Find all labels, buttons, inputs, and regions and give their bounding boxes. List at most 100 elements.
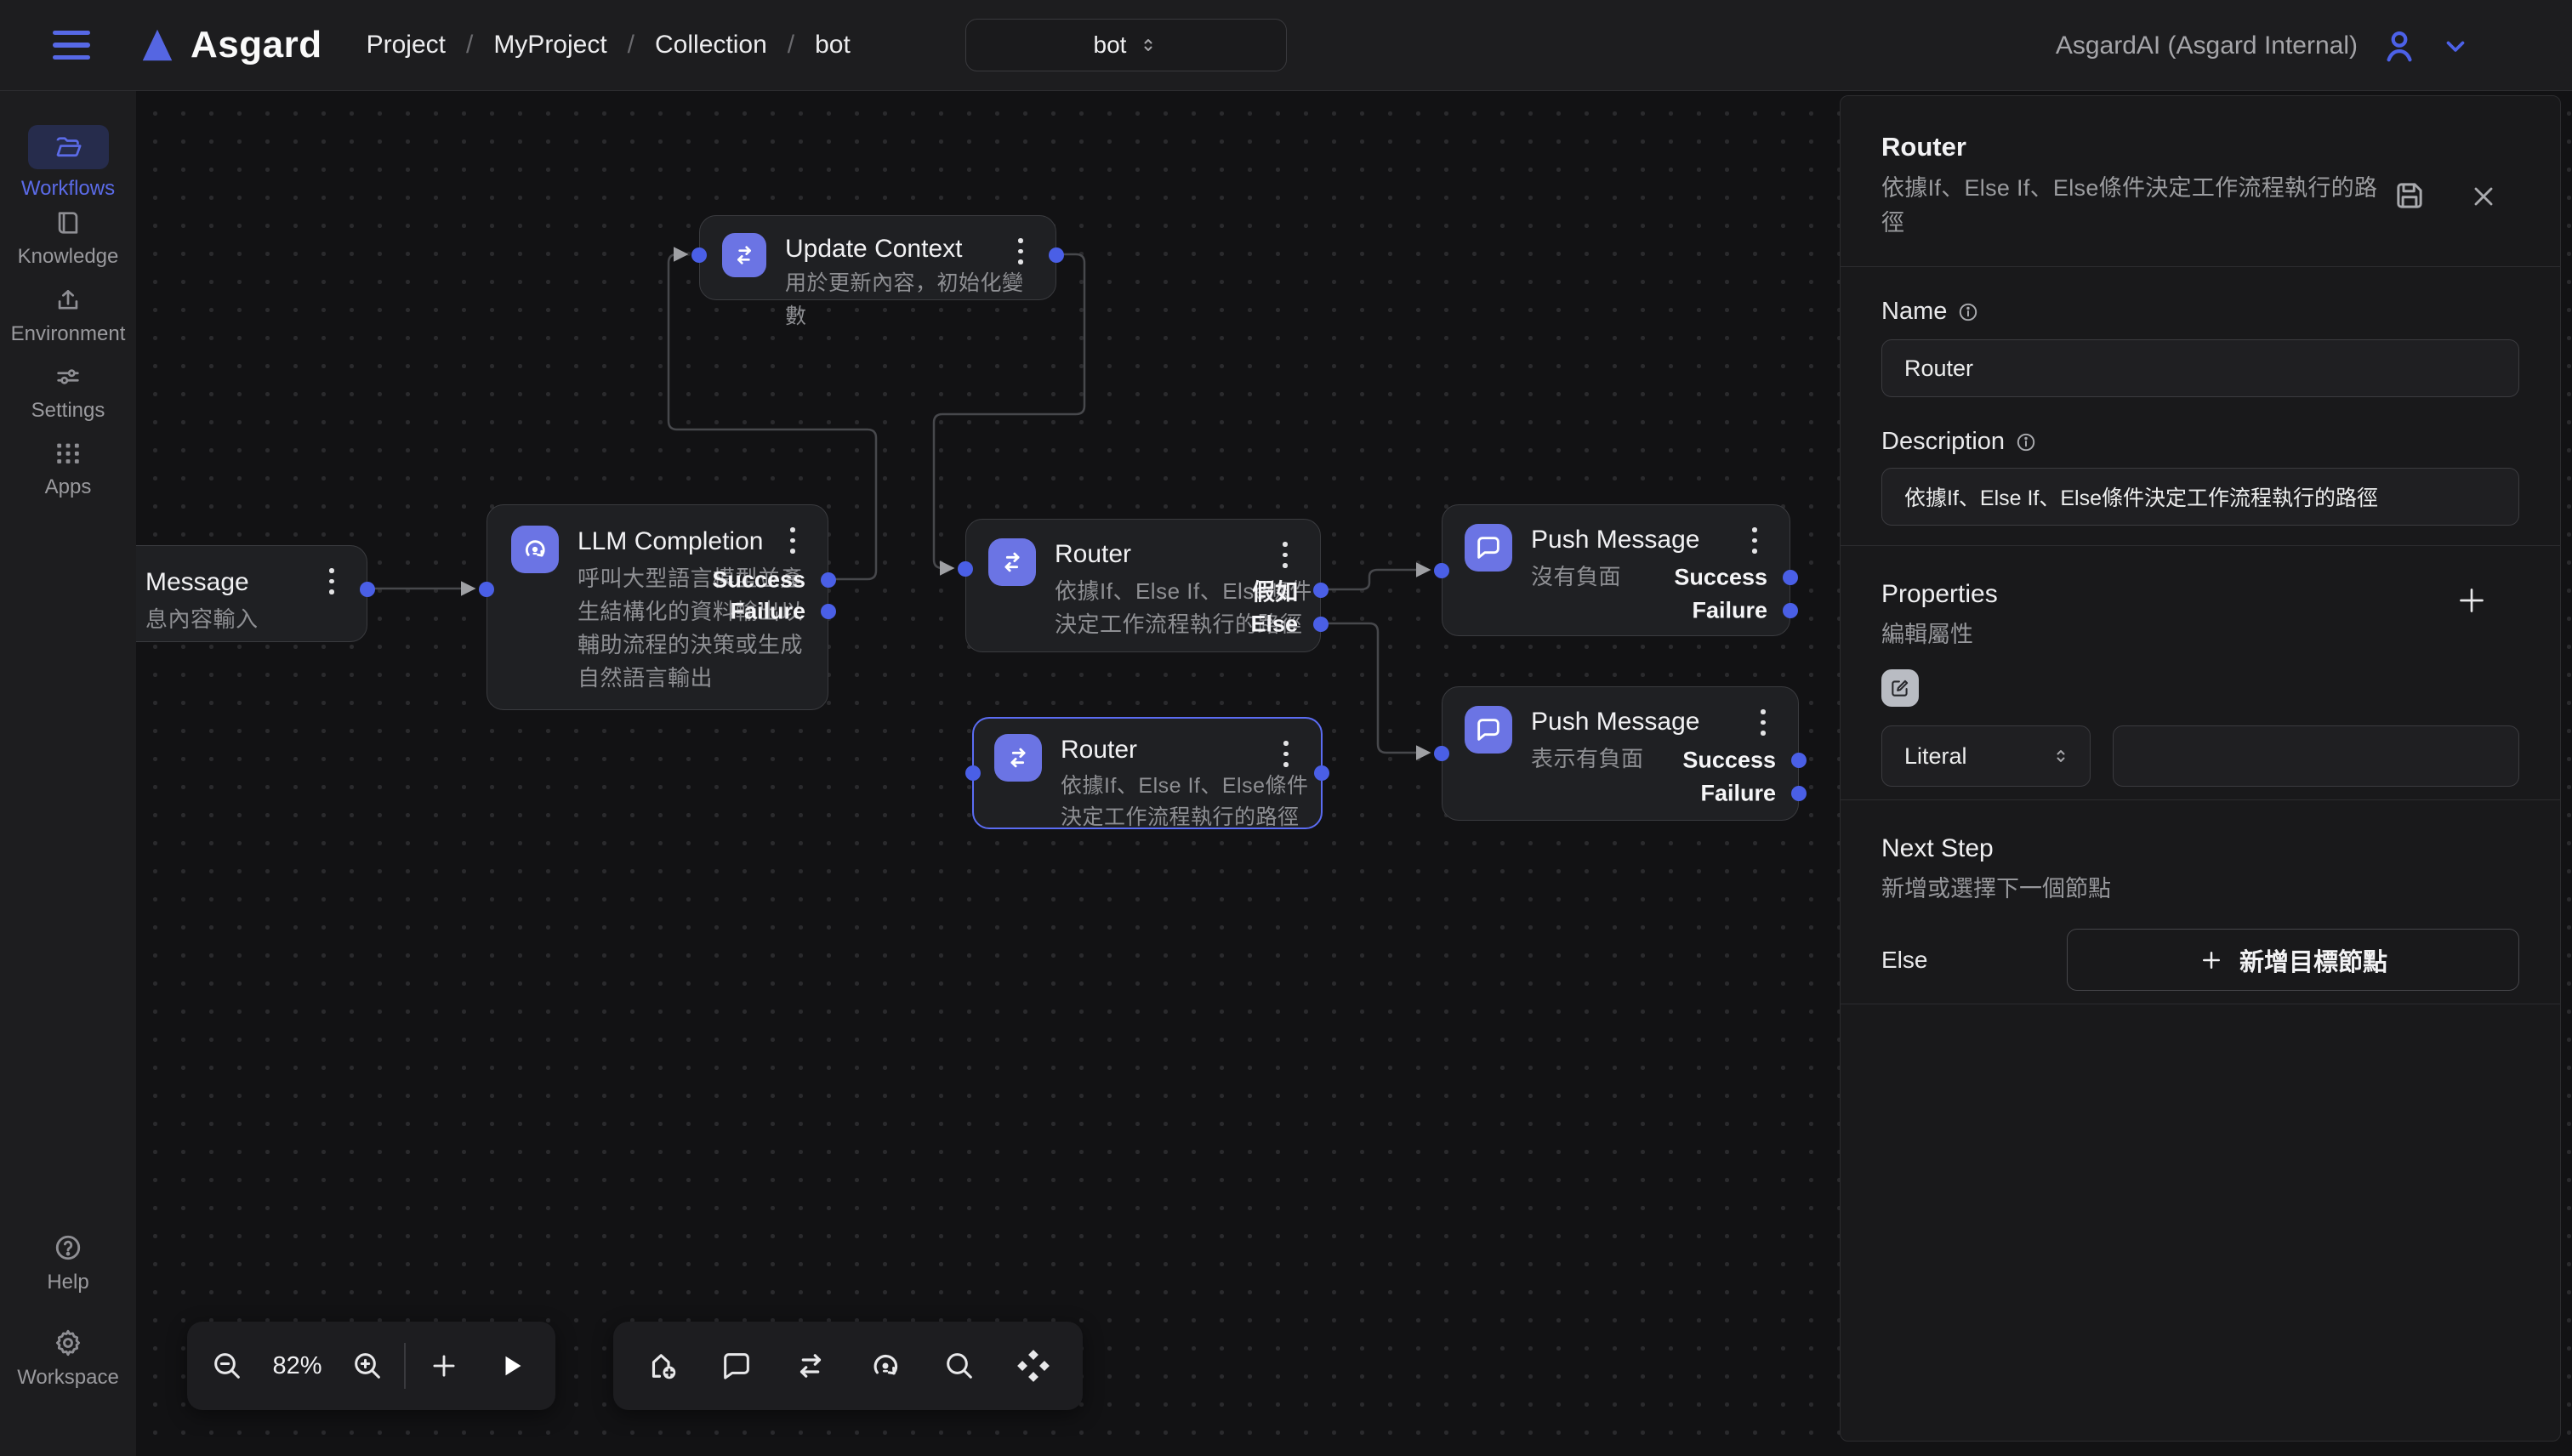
breadcrumb-myproject[interactable]: MyProject bbox=[493, 31, 606, 60]
failure-port-dot[interactable] bbox=[1791, 786, 1807, 801]
port-label-success: Success bbox=[712, 567, 805, 594]
push-message-icon bbox=[1465, 524, 1512, 572]
search-icon[interactable] bbox=[924, 1322, 995, 1410]
save-icon[interactable] bbox=[2392, 178, 2427, 213]
node-push-message-top[interactable]: Push Message 沒有負面 Success Failure bbox=[1442, 504, 1790, 636]
input-port-dot[interactable] bbox=[965, 765, 981, 781]
account-area: AsgardAI (Asgard Internal) bbox=[2056, 0, 2470, 91]
help-icon bbox=[53, 1232, 83, 1263]
node-title: LLM Completion bbox=[578, 526, 809, 558]
name-input[interactable] bbox=[1881, 339, 2519, 397]
else-port-dot[interactable] bbox=[1313, 617, 1329, 632]
success-port-dot[interactable] bbox=[821, 572, 836, 588]
properties-title: Properties bbox=[1881, 580, 2519, 609]
apps-grid-icon bbox=[54, 439, 83, 468]
success-port-dot[interactable] bbox=[1791, 753, 1807, 768]
node-router-selected[interactable]: Router 依據If、Else If、Else條件決定工作流程執行的路徑 bbox=[972, 717, 1323, 829]
llm-icon bbox=[511, 526, 559, 573]
sidebar-item-help[interactable]: Help bbox=[0, 1232, 136, 1294]
workflow-selector[interactable]: bot bbox=[965, 19, 1287, 71]
app-window: Message 息內容輸入 LLM Completion bbox=[0, 0, 2572, 1456]
node-message[interactable]: Message 息內容輸入 bbox=[136, 545, 367, 642]
input-port-dot[interactable] bbox=[691, 247, 707, 263]
port-label-else: Else bbox=[1250, 611, 1298, 638]
add-trigger-icon[interactable] bbox=[627, 1322, 698, 1410]
sidebar-item-apps[interactable]: Apps bbox=[0, 439, 136, 499]
chevron-updown-icon bbox=[2051, 746, 2071, 766]
name-label: Name bbox=[1881, 298, 1947, 326]
node-description: 表示有負面 bbox=[1531, 742, 1699, 776]
edge-router-if-to-push-top bbox=[1321, 570, 1428, 589]
sidebar-item-label: Knowledge bbox=[18, 245, 119, 269]
router-icon bbox=[994, 734, 1042, 782]
panel-subtitle: 依據If、Else If、Else條件決定工作流程執行的路徑 bbox=[1881, 171, 2392, 241]
property-type-select[interactable]: Literal bbox=[1881, 725, 2091, 787]
failure-port-dot[interactable] bbox=[1783, 603, 1798, 618]
zoom-in-button[interactable] bbox=[337, 1322, 399, 1410]
branch-label: Else bbox=[1881, 947, 1927, 974]
node-menu-button[interactable] bbox=[1744, 527, 1766, 554]
router-node-icon[interactable] bbox=[775, 1322, 846, 1410]
asgard-logo-icon bbox=[138, 26, 177, 65]
close-icon[interactable] bbox=[2468, 181, 2499, 212]
description-input[interactable] bbox=[1881, 468, 2519, 526]
edit-property-button[interactable] bbox=[1881, 669, 1919, 707]
plus-icon bbox=[2199, 947, 2224, 973]
upload-icon bbox=[54, 286, 83, 315]
zoom-level-value: 82% bbox=[258, 1352, 337, 1380]
node-update-context[interactable]: Update Context 用於更新內容，初始化變數 bbox=[699, 215, 1056, 300]
run-workflow-button[interactable] bbox=[476, 1322, 547, 1410]
workflows-tile bbox=[28, 125, 109, 169]
port-label-success: Success bbox=[1682, 748, 1776, 774]
input-port-dot[interactable] bbox=[1434, 746, 1449, 761]
user-icon[interactable] bbox=[2380, 26, 2419, 65]
folder-open-icon bbox=[54, 133, 83, 162]
sidebar-item-workspace[interactable]: Workspace bbox=[0, 1328, 136, 1390]
sidebar-item-knowledge[interactable]: Knowledge bbox=[0, 208, 136, 269]
sliders-icon bbox=[54, 362, 83, 391]
node-menu-button[interactable] bbox=[1752, 709, 1774, 736]
auto-layout-icon[interactable] bbox=[998, 1322, 1069, 1410]
node-menu-button[interactable] bbox=[782, 527, 804, 554]
input-port-dot[interactable] bbox=[479, 582, 494, 597]
output-port-dot[interactable] bbox=[1314, 765, 1329, 781]
menu-icon[interactable] bbox=[53, 31, 90, 60]
breadcrumb-project[interactable]: Project bbox=[367, 31, 446, 60]
message-node-icon[interactable] bbox=[701, 1322, 772, 1410]
chevron-updown-icon bbox=[1138, 35, 1158, 55]
info-icon bbox=[2015, 431, 2037, 453]
node-router-top[interactable]: Router 依據If、Else If、Else條件決定工作流程執行的路徑 假如… bbox=[965, 519, 1321, 652]
output-port-dot[interactable] bbox=[1049, 247, 1064, 263]
add-target-node-label: 新增目標節點 bbox=[2239, 942, 2387, 978]
if-port-dot[interactable] bbox=[1313, 583, 1329, 598]
llm-node-icon[interactable] bbox=[850, 1322, 921, 1410]
input-port-dot[interactable] bbox=[958, 561, 973, 577]
add-property-icon[interactable] bbox=[2455, 583, 2489, 617]
chevron-down-icon[interactable] bbox=[2441, 31, 2470, 60]
success-port-dot[interactable] bbox=[1783, 570, 1798, 585]
sidebar-item-settings[interactable]: Settings bbox=[0, 362, 136, 423]
breadcrumb-bot[interactable]: bot bbox=[815, 31, 851, 60]
node-push-message-bottom[interactable]: Push Message 表示有負面 Success Failure bbox=[1442, 686, 1799, 821]
add-node-button[interactable] bbox=[411, 1322, 476, 1410]
node-menu-button[interactable] bbox=[1274, 542, 1296, 568]
node-inspector-panel: Router 依據If、Else If、Else條件決定工作流程執行的路徑 Na… bbox=[1840, 95, 2561, 1442]
add-target-node-button[interactable]: 新增目標節點 bbox=[2067, 929, 2519, 991]
node-menu-button[interactable] bbox=[1275, 741, 1297, 767]
node-menu-button[interactable] bbox=[1010, 238, 1032, 264]
node-llm-completion[interactable]: LLM Completion 呼叫大型語言模型並產生結構化的資料輸出以輔助流程的… bbox=[487, 504, 828, 710]
zoom-out-button[interactable] bbox=[196, 1322, 258, 1410]
sidebar-item-label: Apps bbox=[45, 475, 92, 499]
sidebar-item-environment[interactable]: Environment bbox=[0, 286, 136, 346]
sidebar-item-workflows[interactable]: Workflows bbox=[0, 125, 136, 201]
property-value-input[interactable] bbox=[2113, 725, 2519, 787]
output-port-dot[interactable] bbox=[360, 582, 375, 597]
node-menu-button[interactable] bbox=[321, 568, 343, 594]
property-type-value: Literal bbox=[1904, 743, 1967, 770]
gear-icon bbox=[53, 1328, 83, 1358]
input-port-dot[interactable] bbox=[1434, 563, 1449, 578]
breadcrumb-collection[interactable]: Collection bbox=[655, 31, 767, 60]
brand[interactable]: Asgard bbox=[138, 24, 322, 66]
failure-port-dot[interactable] bbox=[821, 604, 836, 619]
breadcrumb-separator: / bbox=[628, 31, 634, 60]
